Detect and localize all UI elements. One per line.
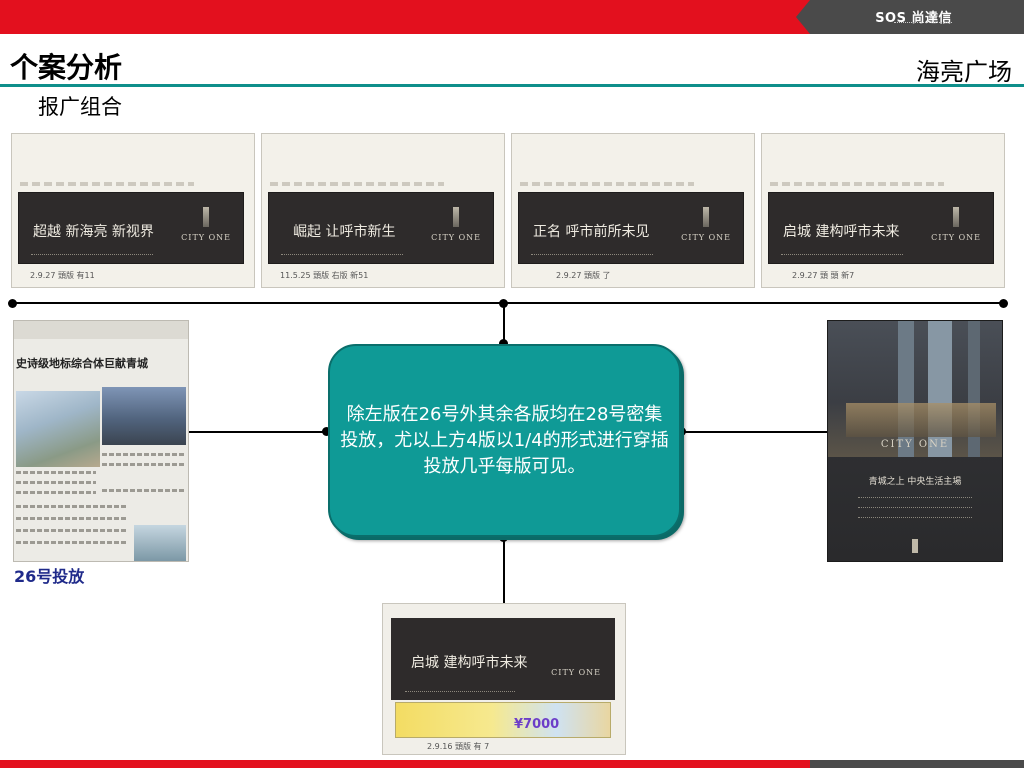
- ad-banner: 正名 呼市前所未见 CITY ONE: [518, 192, 744, 264]
- ad-banner: 超越 新海亮 新视界 CITY ONE: [18, 192, 244, 264]
- handwritten-note: 2.9.27 頭版 了: [556, 271, 611, 280]
- ad-clipping-4: 启城 建构呼市未来 CITY ONE 2.9.27 頭 頭 新7: [761, 133, 1005, 288]
- timeline-line: [12, 302, 1004, 304]
- newsprint-strip: [520, 182, 694, 186]
- ad-brand-label: CITY ONE: [931, 233, 981, 242]
- title-divider: [0, 84, 1024, 87]
- ad-brand: CITY ONE: [551, 668, 601, 677]
- ad-fine-print: [531, 254, 653, 257]
- timeline-node-right: [999, 299, 1008, 308]
- handwritten-note: 2.9.27 頭版 有11: [30, 271, 95, 280]
- ad-fine-print: [858, 517, 972, 519]
- ad-brand: CITY ONE: [931, 207, 981, 242]
- full-page-ad-right: CITY ONE 青城之上 中央生活主場: [827, 320, 1003, 562]
- building-photo: [134, 525, 186, 561]
- newsprint-strip: [20, 182, 194, 186]
- tower-icon: [453, 207, 460, 227]
- text-column: [102, 489, 186, 492]
- ad-clipping-3: 正名 呼市前所未见 CITY ONE 2.9.27 頭版 了: [511, 133, 755, 288]
- ad-brand: CITY ONE: [880, 439, 950, 450]
- text-column: [102, 453, 186, 456]
- handwritten-note: 11.5.25 頭版 右版 新51: [280, 271, 369, 280]
- ad-clipping-1: 超越 新海亮 新视界 CITY ONE 2.9.27 頭版 有11: [11, 133, 255, 288]
- promo-strip: ¥7000: [395, 702, 611, 738]
- newspaper-page-left: 史诗级地标综合体巨献青城: [13, 320, 189, 562]
- logo-underline: [894, 22, 952, 24]
- text-column: [16, 505, 128, 508]
- handwritten-note: 2.9.16 頭版 有 7: [427, 742, 490, 751]
- ad-fine-print: [858, 507, 972, 509]
- ad-slogan: 超越 新海亮 新视界: [33, 224, 154, 240]
- podium-lights: [846, 403, 996, 437]
- page-title: 个案分析: [10, 51, 123, 84]
- section-subtitle: 报广组合: [38, 95, 122, 119]
- tower-icon: [203, 207, 210, 227]
- ad-fine-print: [858, 497, 972, 499]
- text-column: [16, 529, 128, 532]
- newsprint-strip: [770, 182, 944, 186]
- connector-top: [503, 303, 505, 344]
- top-banner: SOS 尚達信: [0, 0, 1024, 34]
- ad-banner: 启城 建构呼市未来 CITY ONE: [768, 192, 994, 264]
- tower-icon: [703, 207, 710, 227]
- bottom-banner: [0, 760, 1024, 768]
- newsprint-strip: [270, 182, 444, 186]
- tower-icon: [912, 539, 918, 553]
- ad-brand: CITY ONE: [431, 207, 481, 242]
- ad-brand: CITY ONE: [181, 207, 231, 242]
- newspaper-headline: 史诗级地标综合体巨献青城: [16, 357, 148, 370]
- newspaper-masthead: [14, 321, 188, 339]
- text-column: [16, 541, 128, 544]
- ad-banner: 启城 建构呼市未来 CITY ONE: [391, 618, 615, 700]
- ad-slogan: 启城 建构呼市未来: [411, 655, 528, 671]
- ad-clipping-bottom: 启城 建构呼市未来 CITY ONE ¥7000 2.9.16 頭版 有 7: [382, 603, 626, 755]
- ad-fine-print: [781, 254, 903, 257]
- text-column: [16, 517, 128, 520]
- ad-fine-print: [405, 691, 515, 694]
- tower-icon: [953, 207, 960, 227]
- ad-slogan: 正名 呼市前所未见: [533, 224, 650, 240]
- ad-slogan: 崛起 让呼市新生: [293, 224, 396, 240]
- ad-fine-print: [31, 254, 153, 257]
- timeline-node-left: [8, 299, 17, 308]
- bottom-banner-gray: [810, 760, 1024, 768]
- project-name: 海亮广场: [916, 58, 1012, 86]
- text-column: [16, 471, 96, 474]
- ad-fine-print: [281, 254, 403, 257]
- text-column: [16, 481, 96, 484]
- ad-brand: CITY ONE: [681, 207, 731, 242]
- ad-slogan: 青城之上 中央生活主場: [868, 477, 962, 487]
- handwritten-note: 2.9.27 頭 頭 新7: [792, 271, 855, 280]
- ad-brand-label: CITY ONE: [681, 233, 731, 242]
- night-rendering-photo: [102, 387, 186, 445]
- ad-banner: 崛起 让呼市新生 CITY ONE: [268, 192, 494, 264]
- text-column: [102, 463, 186, 466]
- promo-price: ¥7000: [514, 717, 560, 732]
- ad-brand-label: CITY ONE: [431, 233, 481, 242]
- logo-area: SOS 尚達信: [796, 0, 1024, 34]
- ad-clipping-2: 崛起 让呼市新生 CITY ONE 11.5.25 頭版 右版 新51: [261, 133, 505, 288]
- ad-slogan: 启城 建构呼市未来: [783, 224, 900, 240]
- ad-brand-label: CITY ONE: [181, 233, 231, 242]
- rendering-photo: [16, 391, 100, 467]
- text-column: [16, 491, 96, 494]
- left-page-caption: 26号投放: [14, 567, 85, 586]
- summary-callout: 除左版在26号外其余各版均在28号密集投放，尤以上方4版以1/4的形式进行穿插投…: [328, 344, 681, 537]
- summary-text: 除左版在26号外其余各版均在28号密集投放，尤以上方4版以1/4的形式进行穿插投…: [340, 404, 669, 477]
